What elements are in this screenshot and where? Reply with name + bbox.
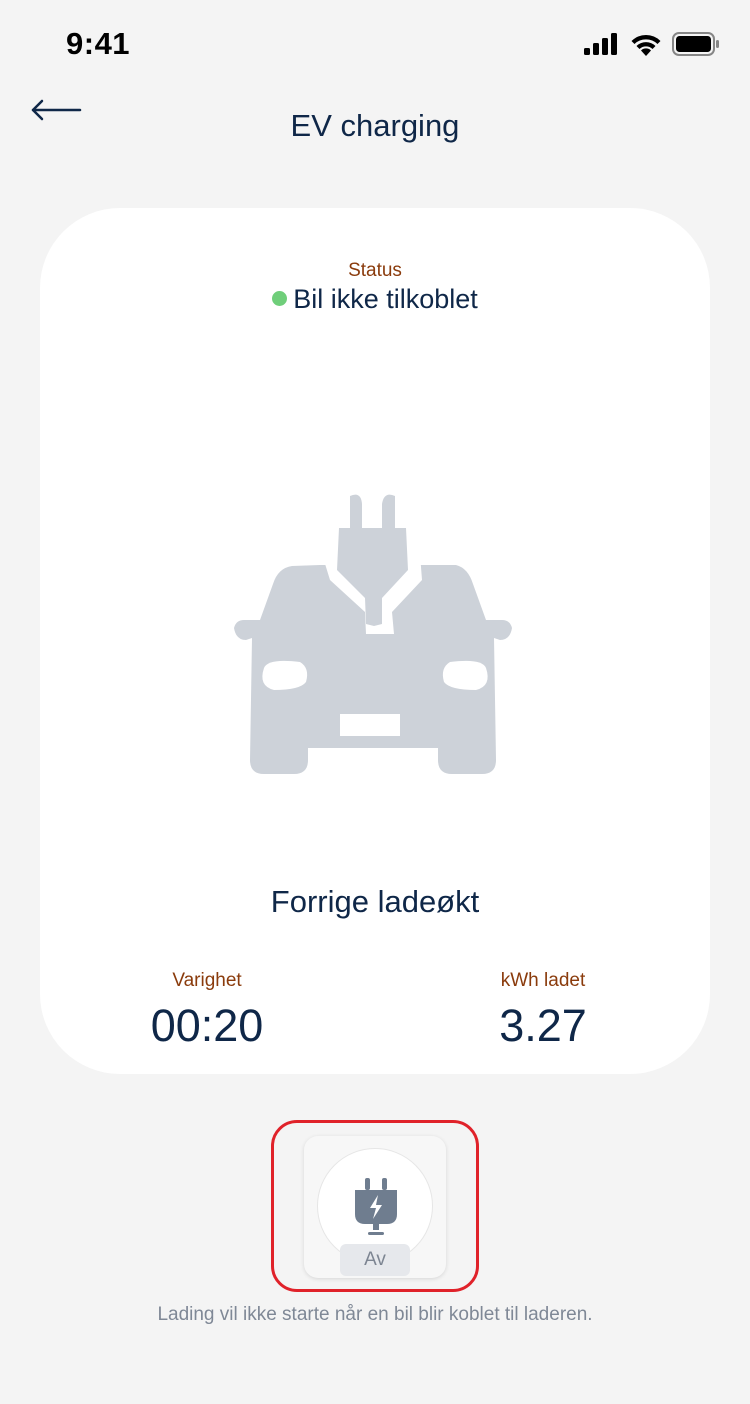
- duration-value: 00:20: [150, 1000, 264, 1051]
- energy-label: kWh ladet: [500, 970, 586, 991]
- charging-toggle-button[interactable]: Av: [304, 1136, 446, 1278]
- status-indicator-dot: [272, 291, 288, 306]
- status-value-row: Bil ikke tilkoblet: [40, 284, 710, 315]
- status-value: Bil ikke tilkoblet: [293, 284, 478, 314]
- duration-stat: Varighet 00:20: [87, 970, 327, 1052]
- status-time: 9:41: [66, 26, 131, 61]
- charging-hint-text: Lading vil ikke starte når en bil blir k…: [157, 1304, 593, 1325]
- energy-value: 3.27: [499, 1000, 587, 1051]
- toggle-state-label: Av: [340, 1244, 410, 1276]
- page-title: EV charging: [290, 108, 460, 143]
- wifi-icon: [631, 34, 661, 56]
- duration-label: Varighet: [172, 970, 242, 991]
- status-bar: 9:41: [0, 0, 750, 92]
- energy-stat: kWh ladet 3.27: [423, 970, 663, 1052]
- car-unplugged-icon: [234, 494, 512, 774]
- plug-bolt-icon: [355, 1178, 397, 1235]
- previous-session-title: Forrige ladeøkt: [270, 884, 480, 919]
- battery-icon: [672, 32, 719, 56]
- status-icons: [584, 32, 720, 56]
- status-label: Status: [348, 260, 402, 281]
- cellular-signal-icon: [584, 33, 617, 55]
- charger-status-card: Status Bil ikke tilkoblet Forrige ladeøk…: [40, 208, 710, 1074]
